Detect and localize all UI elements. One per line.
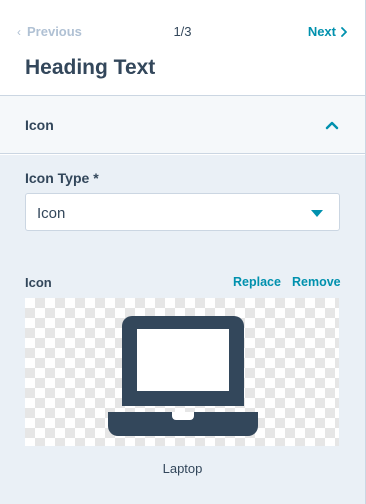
icon-type-label: Icon Type * (25, 170, 99, 186)
caret-down-icon (311, 210, 323, 217)
chevron-left-icon: ‹ (17, 24, 21, 39)
previous-label: Previous (27, 24, 82, 39)
remove-link[interactable]: Remove (292, 275, 341, 289)
page-indicator: 1/3 (173, 24, 192, 39)
icon-type-value: Icon (37, 205, 66, 222)
previous-button[interactable]: ‹ Previous (17, 24, 82, 39)
laptop-icon (108, 316, 258, 436)
replace-link[interactable]: Replace (233, 275, 281, 289)
icon-field-label: Icon (25, 275, 52, 290)
page-title: Heading Text (25, 56, 156, 79)
section-title: Icon (25, 117, 54, 133)
icon-type-select[interactable]: Icon (25, 193, 340, 231)
chevron-right-icon (341, 26, 347, 37)
icon-name: Laptop (162, 461, 203, 476)
next-button[interactable]: Next (308, 24, 348, 39)
sidebar-panel: ‹ Previous 1/3 Next Heading Text Icon Ic… (0, 0, 366, 504)
icon-preview (25, 298, 339, 446)
next-label: Next (307, 24, 336, 39)
chevron-up-icon[interactable] (325, 118, 339, 132)
pagination-nav: ‹ Previous 1/3 Next (0, 0, 365, 64)
icon-section-header[interactable]: Icon (0, 96, 365, 154)
